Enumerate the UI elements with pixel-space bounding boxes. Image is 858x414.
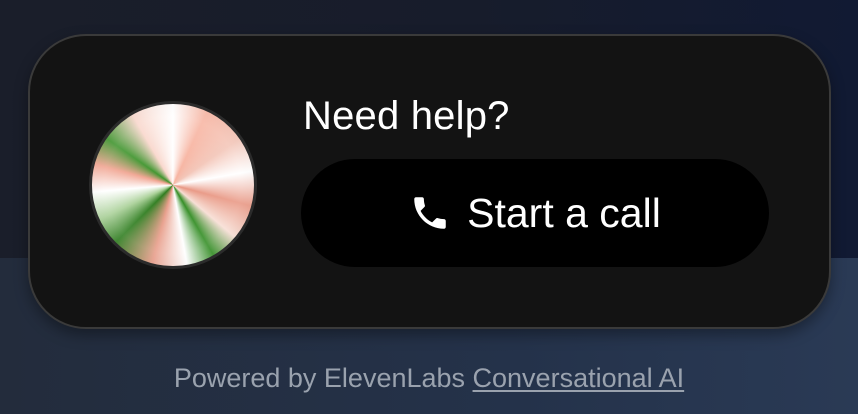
powered-by-text: Powered by ElevenLabs xyxy=(173,363,473,393)
conversation-widget: Need help? Start a call xyxy=(28,34,831,329)
orb-avatar xyxy=(89,101,257,269)
phone-icon xyxy=(409,192,451,234)
powered-by-footer: Powered by ElevenLabs Conversational AI xyxy=(0,363,858,394)
start-call-button[interactable]: Start a call xyxy=(301,159,769,267)
widget-title: Need help? xyxy=(303,94,510,138)
start-call-label: Start a call xyxy=(467,189,661,236)
conversational-ai-link[interactable]: Conversational AI xyxy=(473,363,685,393)
